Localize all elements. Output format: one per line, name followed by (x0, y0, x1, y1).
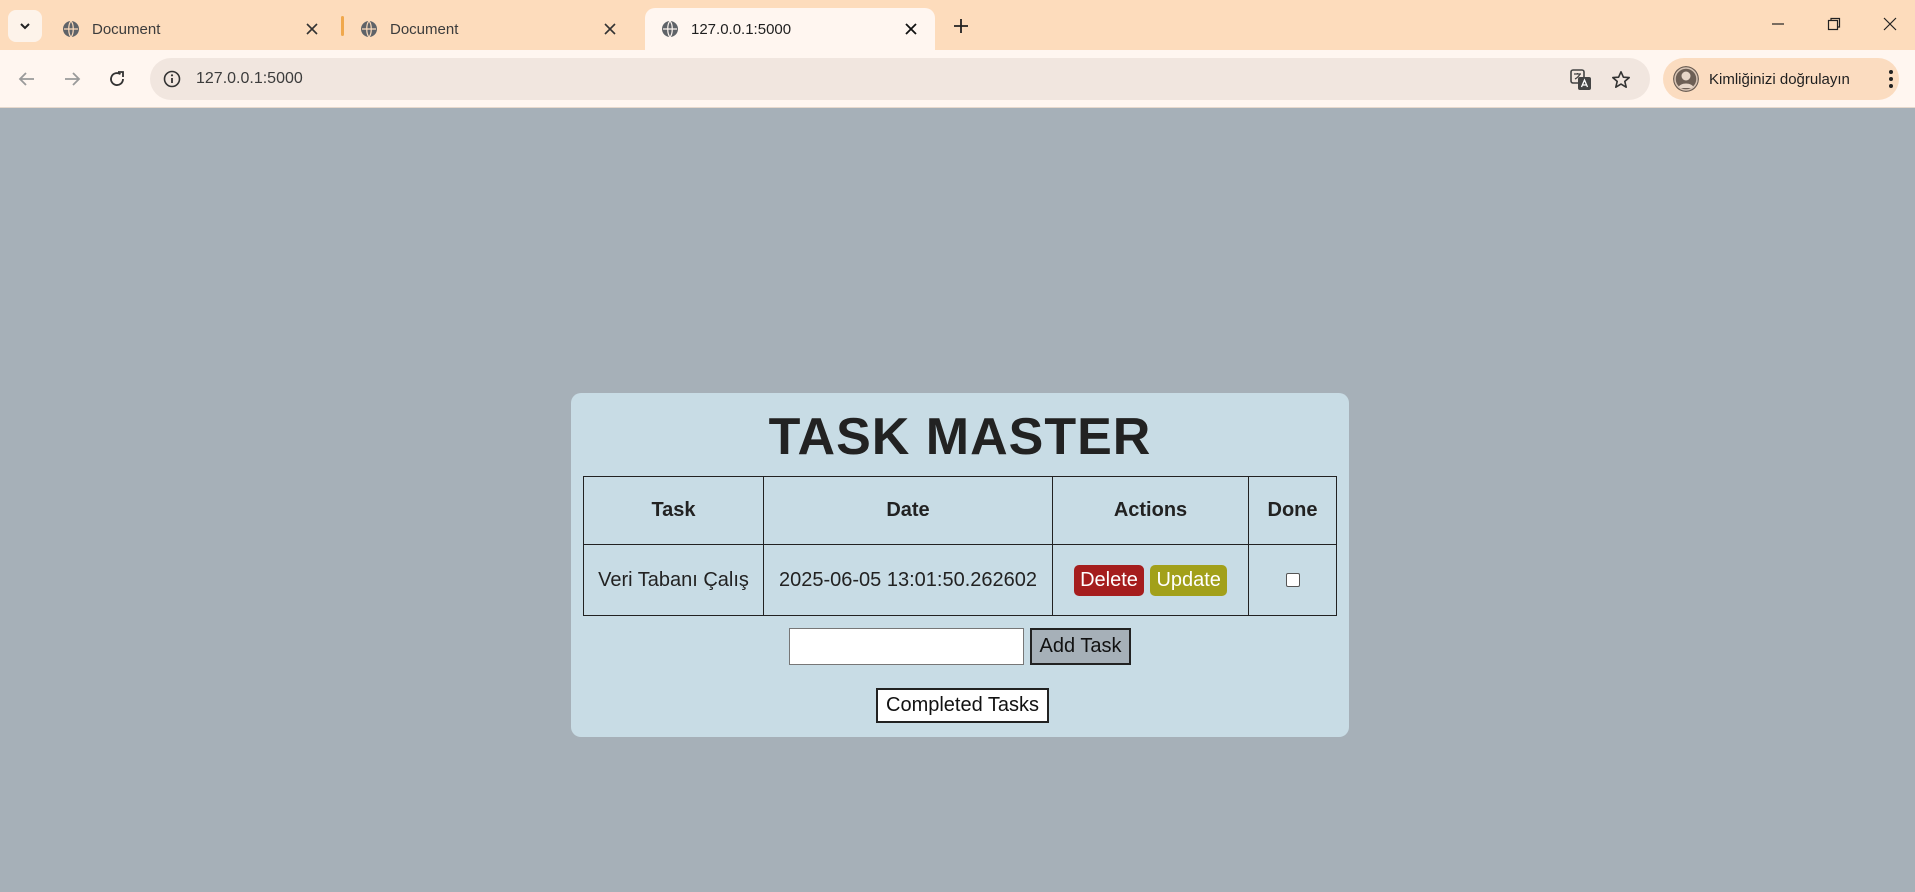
globe-icon (361, 20, 377, 38)
chevron-down-icon (20, 23, 30, 30)
browser-toolbar: 127.0.0.1:5000 Kimliğinizi doğrulayın (0, 50, 1915, 108)
column-header-done: Done (1248, 476, 1337, 545)
window-minimize-button[interactable] (1750, 6, 1806, 42)
table-header-row: Task Date Actions Done (583, 476, 1337, 545)
window-close-button[interactable] (1862, 6, 1915, 42)
tab-close-button[interactable] (899, 17, 923, 41)
close-icon (905, 23, 917, 35)
back-button[interactable] (10, 62, 44, 96)
profile-button[interactable]: Kimliğinizi doğrulayın (1663, 58, 1899, 100)
update-button[interactable]: Update (1150, 564, 1227, 596)
tab-search-button[interactable] (8, 10, 42, 42)
table-row: Veri Tabanı Çalış 2025-06-05 13:01:50.26… (583, 544, 1337, 616)
tab-title: Document (390, 20, 459, 38)
delete-button[interactable]: Delete (1074, 564, 1144, 596)
task-master-card: TASK MASTER Task Date Actions Done Veri … (571, 393, 1349, 737)
browser-tab-2[interactable]: Document (344, 8, 634, 50)
address-bar[interactable]: 127.0.0.1:5000 (150, 58, 1650, 100)
column-header-date: Date (763, 476, 1053, 545)
info-icon (163, 70, 181, 88)
column-header-task: Task (583, 476, 764, 545)
close-icon (306, 23, 318, 35)
minimize-icon (1772, 23, 1784, 25)
task-table: Task Date Actions Done Veri Tabanı Çalış… (583, 476, 1337, 616)
browser-tab-active[interactable]: 127.0.0.1:5000 (645, 8, 935, 50)
browser-menu-button[interactable] (1876, 62, 1906, 96)
reload-icon (110, 71, 124, 86)
address-url: 127.0.0.1:5000 (196, 70, 303, 87)
plus-icon (954, 19, 968, 33)
forward-button[interactable] (55, 62, 89, 96)
star-icon (1612, 71, 1630, 88)
arrow-left-icon (18, 72, 34, 86)
add-task-form: Add Task (571, 628, 1349, 665)
window-restore-button[interactable] (1806, 6, 1862, 42)
actions-cell: Delete Update (1052, 544, 1249, 616)
close-icon (1883, 17, 1897, 31)
task-cell: Veri Tabanı Çalış (583, 544, 764, 616)
restore-icon (1827, 17, 1841, 31)
date-cell: 2025-06-05 13:01:50.262602 (763, 544, 1053, 616)
completed-tasks-button[interactable]: Completed Tasks (876, 688, 1050, 723)
arrow-right-icon (65, 72, 81, 86)
translate-icon (1570, 69, 1591, 90)
globe-icon (63, 20, 79, 38)
browser-tab-1[interactable]: Document (46, 8, 336, 50)
close-icon (604, 23, 616, 35)
add-task-button[interactable]: Add Task (1029, 628, 1132, 665)
tab-close-button[interactable] (598, 17, 622, 41)
browser-tab-bar: Document Document 127.0.0.1:5000 (0, 0, 1915, 50)
new-tab-button[interactable] (946, 12, 976, 40)
done-cell (1248, 544, 1337, 616)
tab-title: Document (92, 20, 161, 38)
tab-title: 127.0.0.1:5000 (691, 20, 792, 38)
more-vert-icon (1889, 70, 1893, 88)
globe-icon (662, 20, 678, 38)
translate-button[interactable] (1568, 67, 1594, 93)
task-input[interactable] (788, 628, 1024, 665)
site-info-icon[interactable] (160, 67, 184, 91)
done-checkbox[interactable] (1285, 573, 1300, 588)
reload-button[interactable] (100, 62, 134, 96)
tab-close-button[interactable] (300, 17, 324, 41)
column-header-actions: Actions (1052, 476, 1249, 545)
bookmark-button[interactable] (1608, 67, 1634, 93)
avatar (1673, 66, 1699, 92)
profile-label: Kimliğinizi doğrulayın (1709, 70, 1850, 88)
page-title: TASK MASTER (768, 408, 1152, 466)
